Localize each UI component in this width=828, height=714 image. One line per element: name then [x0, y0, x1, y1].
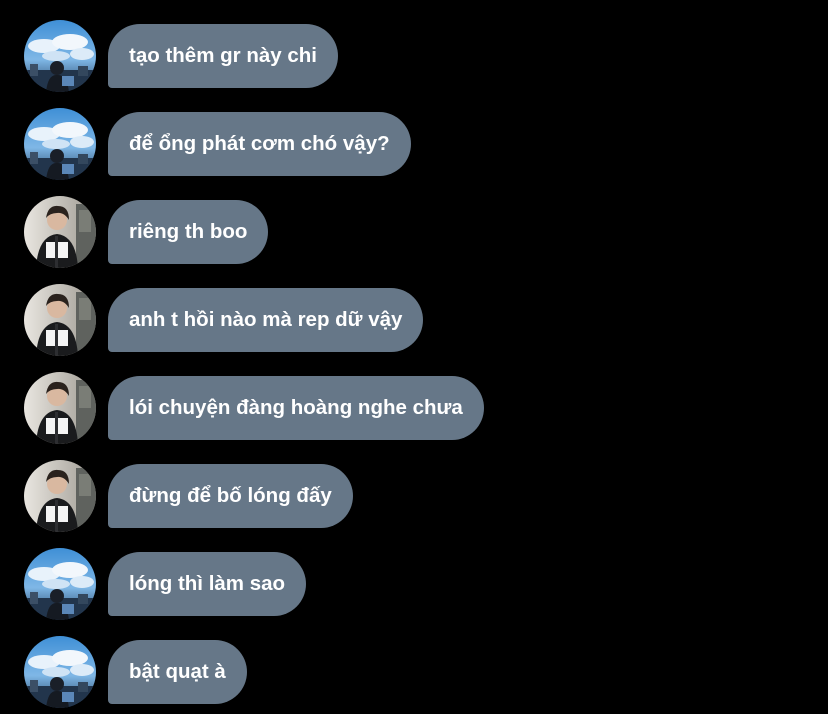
message-bubble[interactable]: bật quạt à: [108, 640, 247, 704]
message-bubble[interactable]: riêng th boo: [108, 200, 269, 264]
message-bubble[interactable]: anh t hồi nào mà rep dữ vậy: [108, 288, 424, 352]
message-row: đừng để bố lóng đấy: [0, 464, 828, 528]
message-row: tạo thêm gr này chi: [0, 24, 828, 88]
message-bubble[interactable]: để ổng phát cơm chó vậy?: [108, 112, 411, 176]
message-bubble[interactable]: đừng để bố lóng đấy: [108, 464, 353, 528]
message-row: anh t hồi nào mà rep dữ vậy: [0, 288, 828, 352]
person-avatar[interactable]: [24, 196, 96, 268]
person-avatar[interactable]: [24, 284, 96, 356]
person-avatar[interactable]: [24, 460, 96, 532]
message-row: để ổng phát cơm chó vậy?: [0, 112, 828, 176]
message-row: riêng th boo: [0, 200, 828, 264]
person-avatar[interactable]: [24, 372, 96, 444]
message-bubble[interactable]: lóng thì làm sao: [108, 552, 307, 616]
chat-thread: tạo thêm gr này chi để ổng phát cơm chó v…: [0, 0, 828, 714]
message-row: lói chuyện đàng hoàng nghe chưa: [0, 376, 828, 440]
message-row: bật quạt à: [0, 640, 828, 704]
message-bubble[interactable]: lói chuyện đàng hoàng nghe chưa: [108, 376, 484, 440]
sky-avatar[interactable]: [24, 548, 96, 620]
sky-avatar[interactable]: [24, 636, 96, 708]
sky-avatar[interactable]: [24, 108, 96, 180]
message-row: lóng thì làm sao: [0, 552, 828, 616]
sky-avatar[interactable]: [24, 20, 96, 92]
message-bubble[interactable]: tạo thêm gr này chi: [108, 24, 338, 88]
